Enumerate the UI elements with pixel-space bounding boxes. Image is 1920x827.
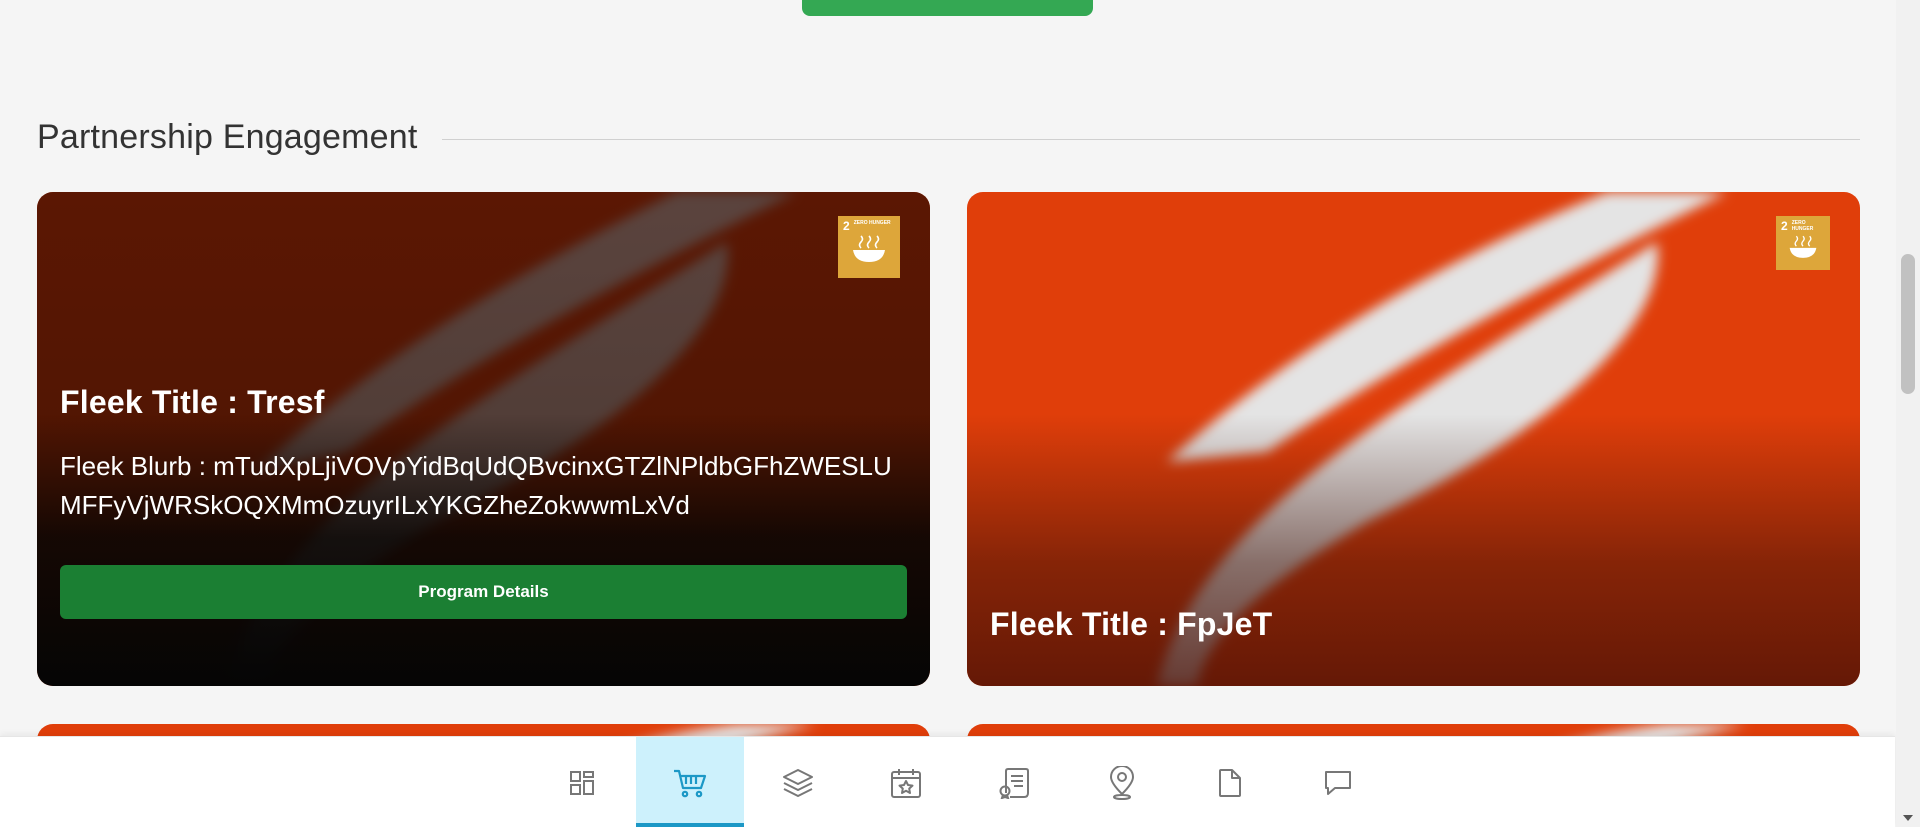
sdg-zero-hunger-badge: 2 ZERO HUNGER — [838, 216, 900, 278]
section-title: Partnership Engagement — [37, 118, 418, 156]
nav-events[interactable] — [852, 737, 960, 827]
scroll-down-arrow-icon[interactable] — [1903, 815, 1913, 821]
sdg-zero-hunger-badge: 2 ZERO HUNGER — [1776, 216, 1830, 270]
nav-documents[interactable] — [1176, 737, 1284, 827]
bottom-navigation — [0, 736, 1895, 827]
card-blurb: Fleek Blurb : mTudXpLjiVOVpYidBqUdQBvcin… — [60, 451, 892, 520]
section-divider — [441, 139, 1860, 140]
card-title: Fleek Title : Tresf — [60, 384, 325, 420]
program-details-button[interactable]: Program Details — [60, 565, 907, 619]
program-card[interactable]: 2 ZERO HUNGER Fleek Title : FpJeT — [967, 192, 1860, 686]
nav-messages[interactable] — [1284, 737, 1392, 827]
cart-icon — [674, 769, 707, 797]
map-pin-icon — [1109, 765, 1135, 800]
certificate-list-icon — [999, 767, 1029, 799]
nav-locations[interactable] — [1068, 737, 1176, 827]
program-card: 2 ZERO HUNGER Fleek Title : Tresf Fleek B… — [37, 192, 930, 686]
scrollbar-thumb[interactable] — [1901, 254, 1915, 394]
layers-icon — [783, 768, 813, 797]
nav-dashboard[interactable] — [528, 737, 636, 827]
chat-icon — [1325, 770, 1351, 795]
card-title: Fleek Title : FpJeT — [990, 606, 1273, 642]
nav-cart[interactable] — [636, 737, 744, 827]
section-header: Partnership Engagement — [37, 118, 1860, 157]
bowl-icon — [853, 235, 885, 262]
document-icon — [1219, 768, 1241, 797]
nav-layers[interactable] — [744, 737, 852, 827]
page-scrollbar[interactable] — [1896, 0, 1920, 827]
dashboard-icon — [570, 770, 594, 795]
bowl-icon — [1789, 235, 1817, 258]
calendar-star-icon — [891, 768, 921, 798]
top-green-button[interactable] — [802, 0, 1093, 16]
nav-certificates[interactable] — [960, 737, 1068, 827]
